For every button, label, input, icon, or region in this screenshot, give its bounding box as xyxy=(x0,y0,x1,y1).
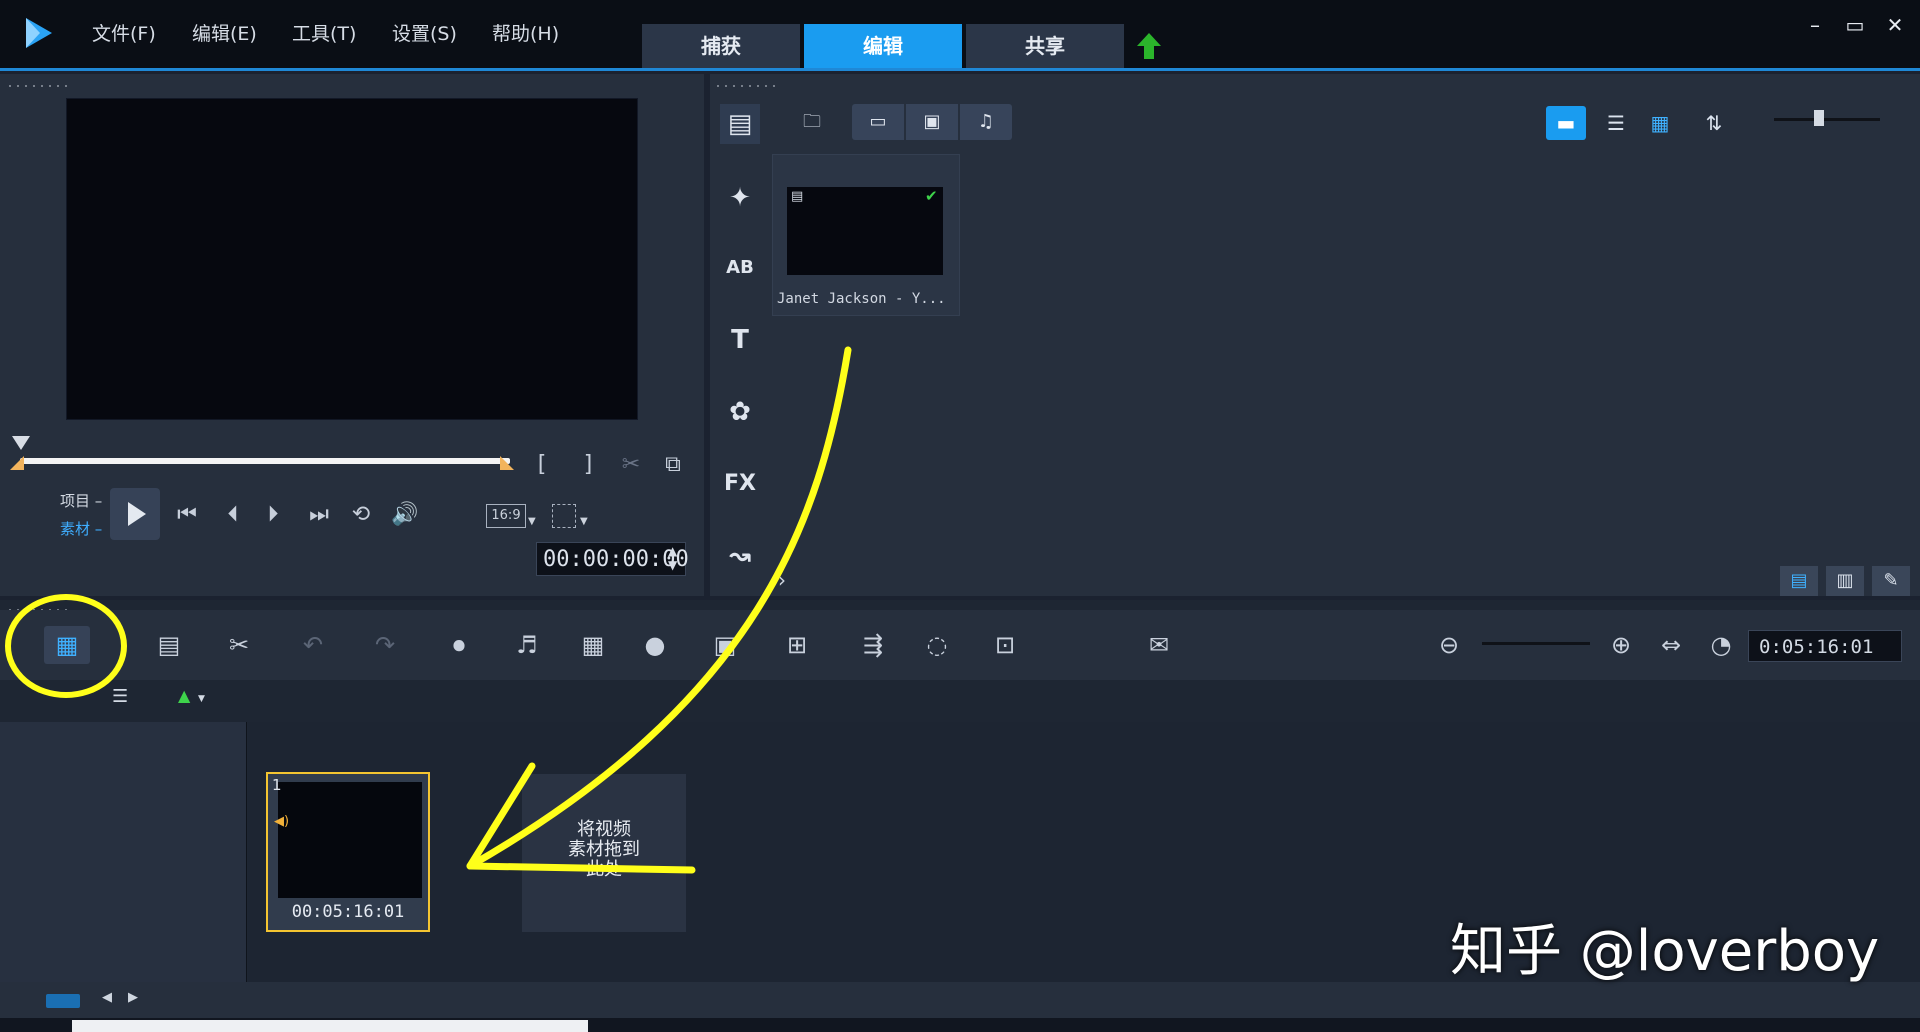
watermark: 知乎 @loverboy xyxy=(1450,919,1880,984)
annotation-arrow xyxy=(466,346,852,870)
annotation-overlay xyxy=(5,346,852,874)
annotation-arrowhead xyxy=(466,762,696,874)
highlight-circle xyxy=(5,594,127,698)
